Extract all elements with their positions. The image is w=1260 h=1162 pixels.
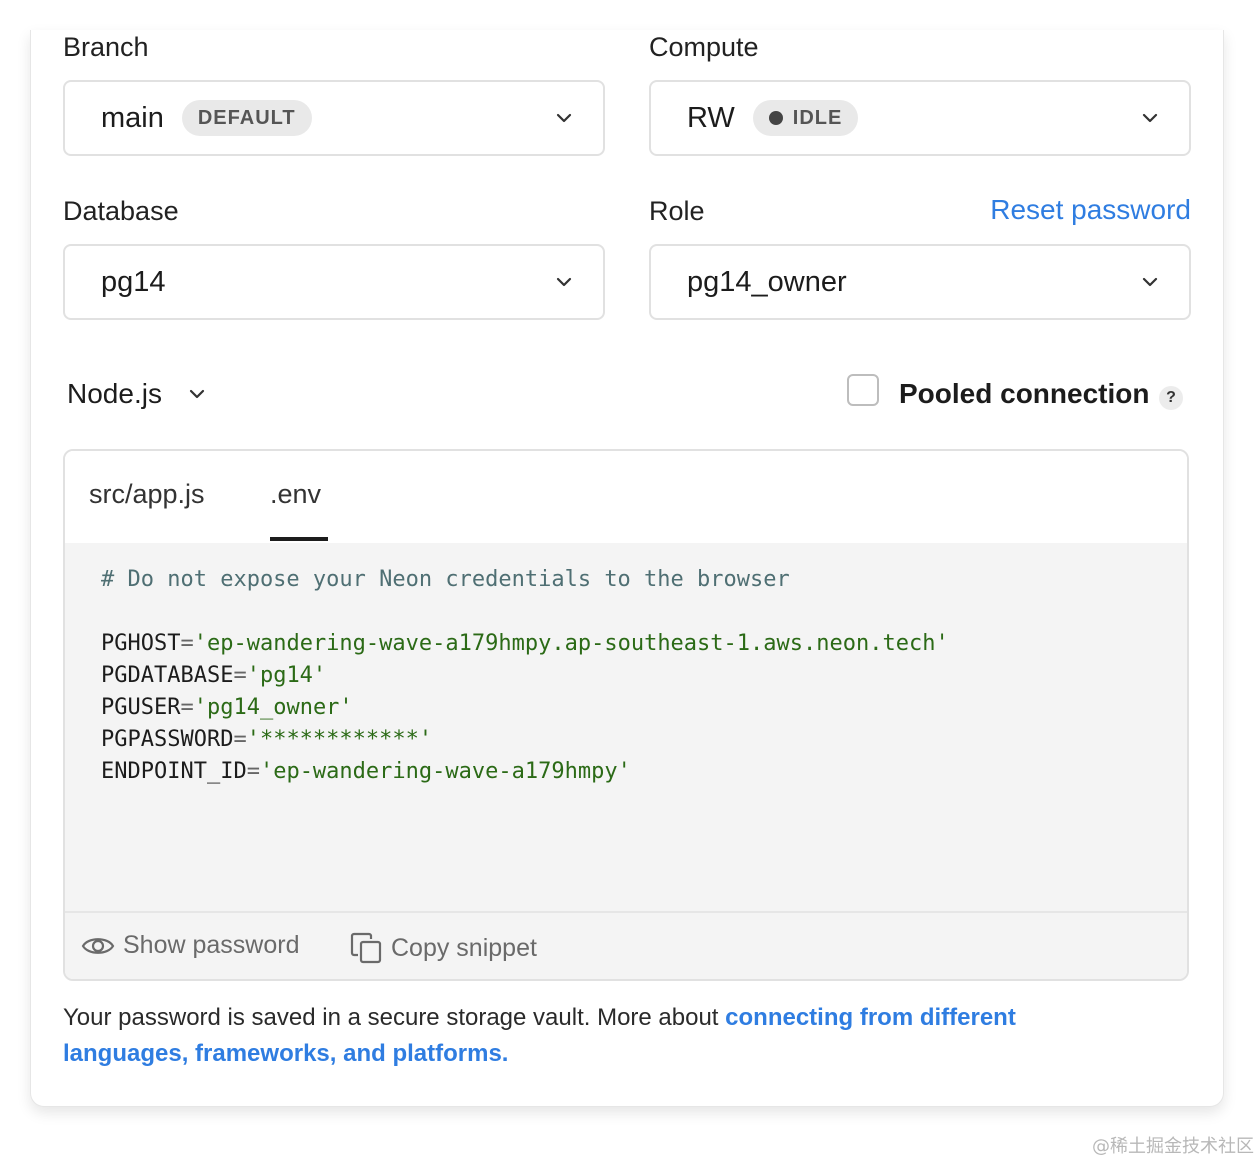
password-storage-note: Your password is saved in a secure stora… — [63, 1000, 1123, 1072]
role-select[interactable]: pg14_owner — [649, 244, 1191, 320]
branch-select[interactable]: main DEFAULT — [63, 80, 605, 156]
code-snippet-card: src/app.js .env # Do not expose your Neo… — [63, 449, 1189, 981]
database-select[interactable]: pg14 — [63, 244, 605, 320]
compute-value: RW — [687, 101, 735, 134]
watermark: @稀土掘金技术社区 — [1092, 1136, 1254, 1157]
compute-label: Compute — [649, 32, 759, 62]
language-value: Node.js — [67, 378, 162, 409]
language-select[interactable]: Node.js — [67, 378, 206, 410]
default-badge: DEFAULT — [181, 100, 312, 136]
branch-value: main — [101, 101, 164, 134]
tab-src-app-js[interactable]: src/app.js — [89, 479, 205, 510]
help-icon[interactable]: ? — [1159, 386, 1183, 410]
env-value: 'ep-wandering-wave-a179hmpy' — [259, 759, 631, 784]
role-value: pg14_owner — [687, 265, 847, 298]
chevron-down-icon — [189, 389, 205, 399]
active-tab-indicator — [270, 537, 328, 541]
tab-env[interactable]: .env — [270, 479, 321, 510]
idle-status-badge: IDLE — [752, 100, 859, 136]
code-line: PGPASSWORD='************' — [101, 727, 433, 752]
env-value: 'pg14_owner' — [193, 695, 353, 720]
chevron-down-icon — [556, 277, 572, 287]
reset-password-link[interactable]: Reset password — [990, 194, 1191, 226]
help-glyph: ? — [1166, 389, 1176, 406]
pooled-connection-checkbox[interactable] — [847, 374, 879, 406]
status-dot-icon — [768, 111, 783, 125]
note-text: Your password is saved in a secure stora… — [63, 1004, 726, 1031]
branch-label: Branch — [63, 32, 149, 62]
chevron-down-icon — [1142, 113, 1158, 123]
code-line: ENDPOINT_ID='ep-wandering-wave-a179hmpy' — [101, 759, 631, 784]
env-key: ENDPOINT_ID — [101, 759, 247, 784]
env-key: PGPASSWORD — [101, 727, 234, 752]
show-password-button[interactable]: Show password — [81, 931, 299, 960]
env-key: PGHOST — [101, 631, 181, 656]
copy-snippet-label: Copy snippet — [391, 933, 537, 962]
status-text: IDLE — [792, 106, 843, 129]
code-line: PGHOST='ep-wandering-wave-a179hmpy.ap-so… — [101, 631, 949, 656]
compute-select[interactable]: RW IDLE — [649, 80, 1191, 156]
snippet-actions: Show password Copy snippet — [65, 911, 1187, 979]
code-line: PGDATABASE='pg14' — [101, 663, 327, 688]
copy-snippet-button[interactable]: Copy snippet — [349, 931, 537, 965]
chevron-down-icon — [1142, 277, 1158, 287]
database-value: pg14 — [101, 265, 166, 298]
env-value: 'ep-wandering-wave-a179hmpy.ap-southeast… — [193, 631, 949, 656]
env-key: PGDATABASE — [101, 663, 234, 688]
env-value: '************' — [246, 727, 433, 752]
code-comment: # Do not expose your Neon credentials to… — [101, 567, 790, 592]
database-label: Database — [63, 196, 179, 226]
copy-icon — [350, 932, 382, 964]
role-label: Role — [649, 196, 705, 226]
chevron-down-icon — [556, 113, 572, 123]
file-tabs: src/app.js .env — [65, 451, 1187, 545]
connection-details-panel: Branch main DEFAULT Compute RW IDLE Data… — [30, 30, 1224, 1107]
pooled-connection-label: Pooled connection — [899, 378, 1150, 409]
env-value: 'pg14' — [246, 663, 327, 688]
code-line: PGUSER='pg14_owner' — [101, 695, 353, 720]
eye-icon — [81, 937, 115, 954]
show-password-label: Show password — [123, 931, 300, 959]
env-key: PGUSER — [101, 695, 181, 720]
code-block: # Do not expose your Neon credentials to… — [65, 543, 1187, 911]
